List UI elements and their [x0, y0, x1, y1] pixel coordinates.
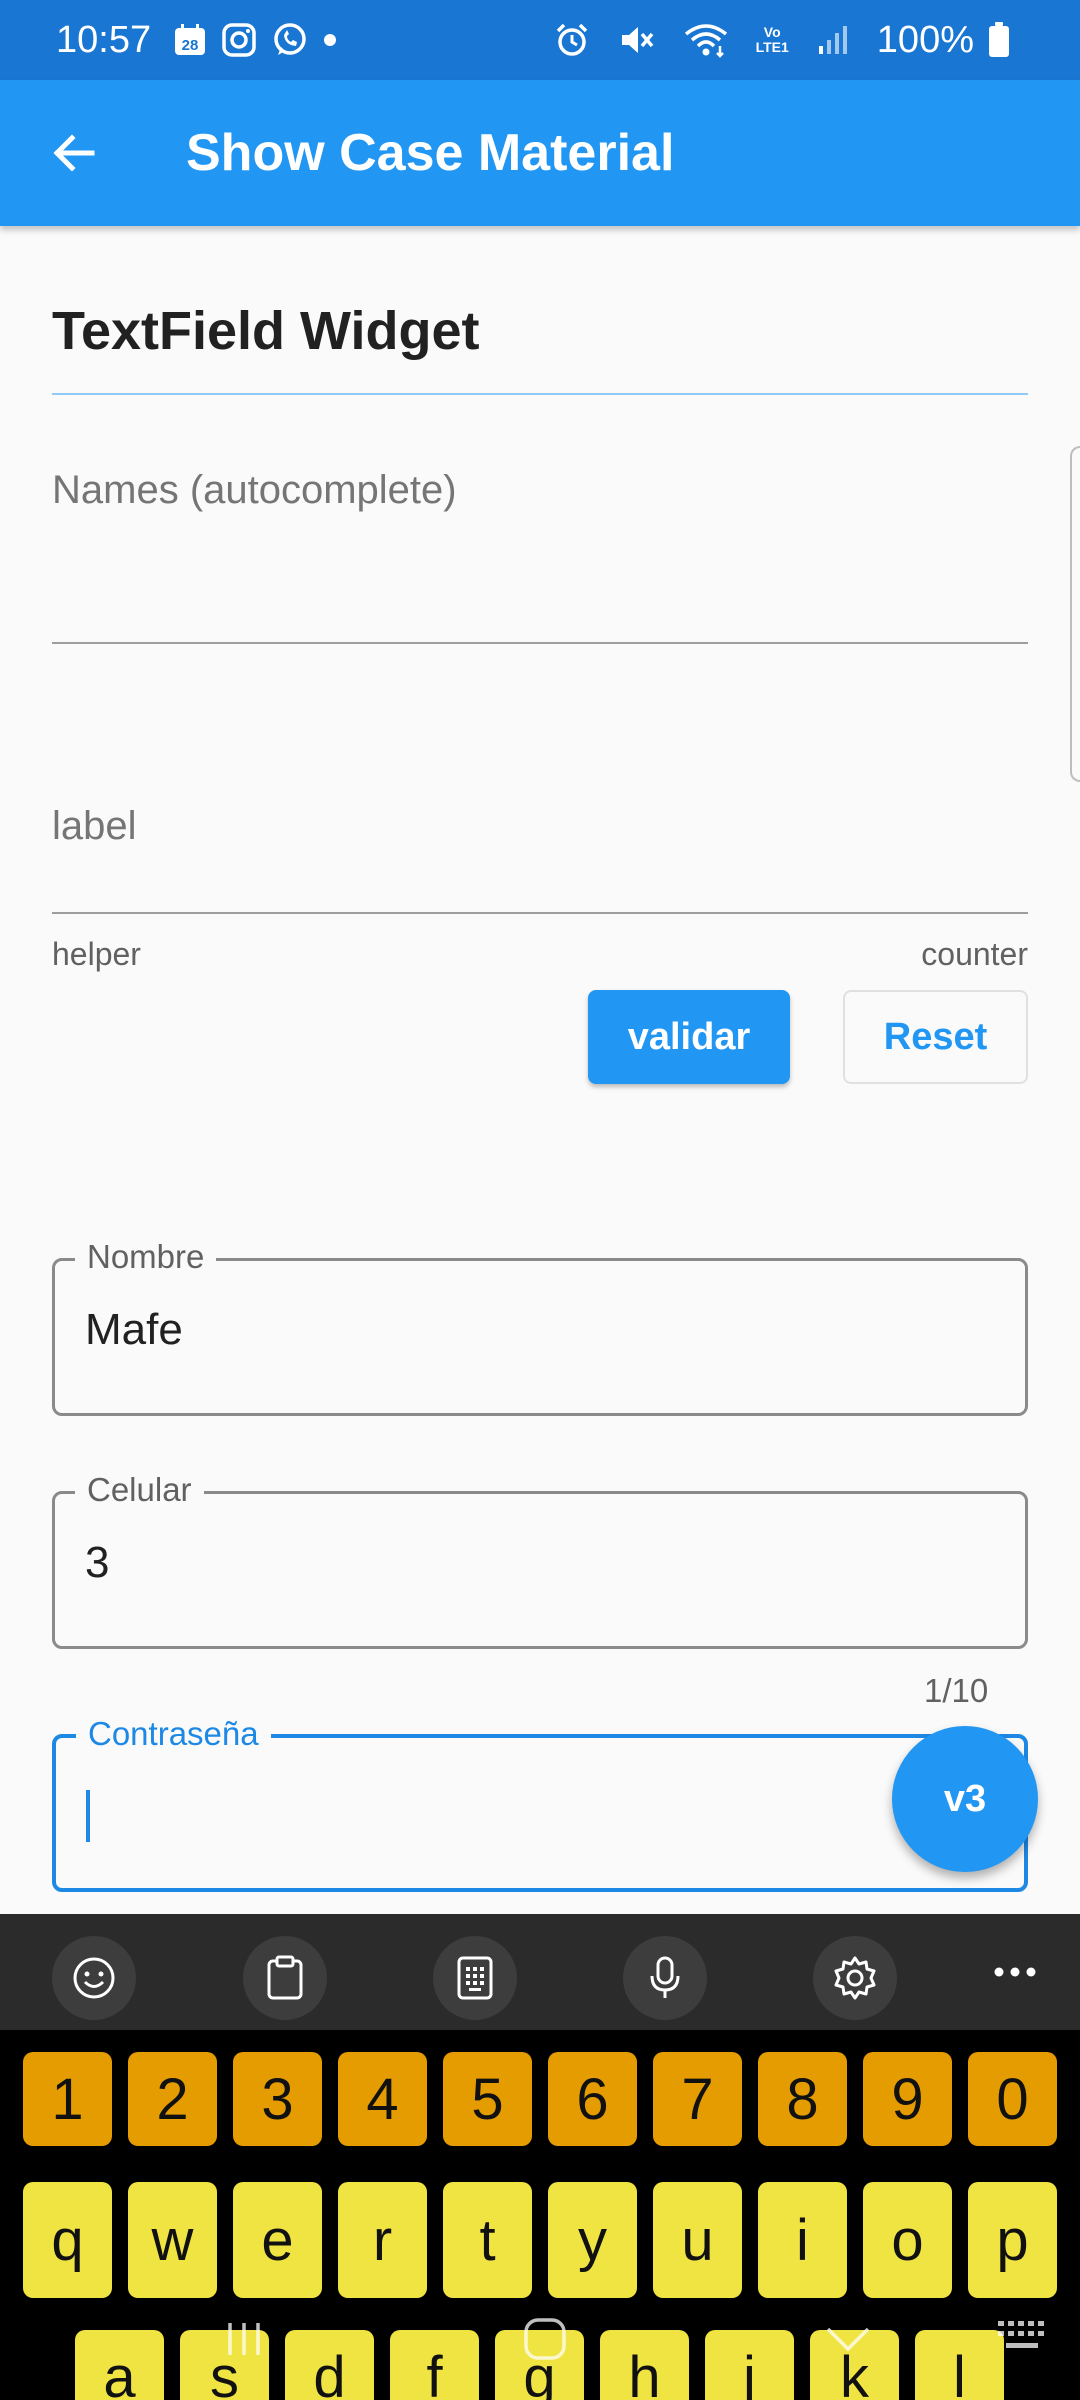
- chevron-down-icon: [826, 2327, 870, 2352]
- celular-counter: 1/10: [924, 1672, 989, 1709]
- key-7[interactable]: 7: [653, 2052, 742, 2146]
- instagram-icon: [221, 22, 257, 58]
- back-button[interactable]: [44, 123, 104, 183]
- keypad-button[interactable]: [433, 1936, 517, 2020]
- nombre-label: Nombre: [75, 1235, 217, 1279]
- nombre-field[interactable]: Nombre Mafe: [52, 1235, 1028, 1416]
- recent-apps-button[interactable]: [218, 2316, 270, 2362]
- recents-icon: [228, 2323, 260, 2355]
- app-title: Show Case Material: [186, 124, 675, 182]
- key-5[interactable]: 5: [443, 2052, 532, 2146]
- keyboard-toolbar: [0, 1914, 1080, 2030]
- wifi-icon: [684, 22, 728, 58]
- arrow-back-icon: [53, 134, 95, 172]
- key-h[interactable]: h: [600, 2330, 689, 2400]
- key-d[interactable]: d: [285, 2330, 374, 2400]
- key-9[interactable]: 9: [863, 2052, 952, 2146]
- keyboard-icon: [998, 2321, 1044, 2348]
- key-2[interactable]: 2: [128, 2052, 217, 2146]
- password-field[interactable]: Contraseña: [52, 1712, 1028, 1892]
- counter-text: counter: [921, 936, 1028, 972]
- label-field[interactable]: label: [52, 804, 137, 849]
- key-t[interactable]: t: [443, 2182, 532, 2298]
- keyboard-settings-button[interactable]: [813, 1936, 897, 2020]
- names-autocomplete-field[interactable]: Names (autocomplete): [52, 468, 457, 513]
- celular-label: Celular: [75, 1468, 204, 1512]
- voice-input-button[interactable]: [623, 1936, 707, 2020]
- key-a[interactable]: a: [75, 2330, 164, 2400]
- nombre-value: Mafe: [85, 1305, 183, 1354]
- whatsapp-icon: [271, 21, 309, 59]
- calendar-icon: 28: [173, 23, 207, 57]
- key-4[interactable]: 4: [338, 2052, 427, 2146]
- mute-icon: [618, 22, 656, 58]
- keyboard-switch-button[interactable]: [994, 2316, 1050, 2356]
- battery-icon: [988, 22, 1010, 58]
- key-0[interactable]: 0: [968, 2052, 1057, 2146]
- scroll-edge-indicator: [1070, 446, 1080, 782]
- signal-icon: [817, 24, 849, 56]
- names-field-underline: [52, 642, 1028, 644]
- svg-text:28: 28: [182, 37, 199, 54]
- status-bar: 10:57 28 Vo LTE1 100%: [0, 0, 1080, 80]
- key-j[interactable]: j: [705, 2330, 794, 2400]
- text-caret: [86, 1790, 90, 1842]
- key-6[interactable]: 6: [548, 2052, 637, 2146]
- key-i[interactable]: i: [758, 2182, 847, 2298]
- title-divider: [52, 393, 1028, 395]
- helper-text: helper: [52, 936, 141, 972]
- home-icon: [524, 2318, 566, 2360]
- clipboard-icon: [267, 1955, 303, 2000]
- key-r[interactable]: r: [338, 2182, 427, 2298]
- key-1[interactable]: 1: [23, 2052, 112, 2146]
- alarm-icon: [554, 22, 590, 58]
- settings-icon: [834, 1956, 876, 2000]
- key-w[interactable]: w: [128, 2182, 217, 2298]
- validate-button[interactable]: validar: [588, 990, 790, 1084]
- clipboard-button[interactable]: [243, 1936, 327, 2020]
- keypad-icon: [457, 1956, 493, 2000]
- more-icon: [994, 1967, 1036, 1977]
- status-time: 10:57: [56, 18, 152, 61]
- celular-field[interactable]: Celular 3: [52, 1468, 1028, 1649]
- microphone-icon: [650, 1956, 680, 1998]
- key-e[interactable]: e: [233, 2182, 322, 2298]
- lte-icon: Vo LTE1: [755, 24, 789, 55]
- key-l[interactable]: l: [915, 2330, 1004, 2400]
- celular-value: 3: [85, 1538, 110, 1587]
- password-label: Contraseña: [76, 1712, 271, 1756]
- key-o[interactable]: o: [863, 2182, 952, 2298]
- emoji-button[interactable]: [52, 1936, 136, 2020]
- key-3[interactable]: 3: [233, 2052, 322, 2146]
- version-fab[interactable]: v3: [892, 1726, 1038, 1872]
- key-p[interactable]: p: [968, 2182, 1057, 2298]
- notification-dot-icon: [323, 33, 337, 47]
- app-bar: Show Case Material: [0, 80, 1080, 226]
- reset-button[interactable]: Reset: [843, 990, 1028, 1084]
- more-options-button[interactable]: [990, 1952, 1040, 1992]
- hide-keyboard-button[interactable]: [822, 2316, 874, 2362]
- home-button[interactable]: [520, 2316, 570, 2362]
- section-title: TextField Widget: [52, 301, 480, 361]
- key-8[interactable]: 8: [758, 2052, 847, 2146]
- emoji-icon: [73, 1957, 115, 1999]
- battery-percent: 100%: [876, 18, 974, 61]
- key-q[interactable]: q: [23, 2182, 112, 2298]
- label-field-underline: [52, 912, 1028, 914]
- key-y[interactable]: y: [548, 2182, 637, 2298]
- key-u[interactable]: u: [653, 2182, 742, 2298]
- key-f[interactable]: f: [390, 2330, 479, 2400]
